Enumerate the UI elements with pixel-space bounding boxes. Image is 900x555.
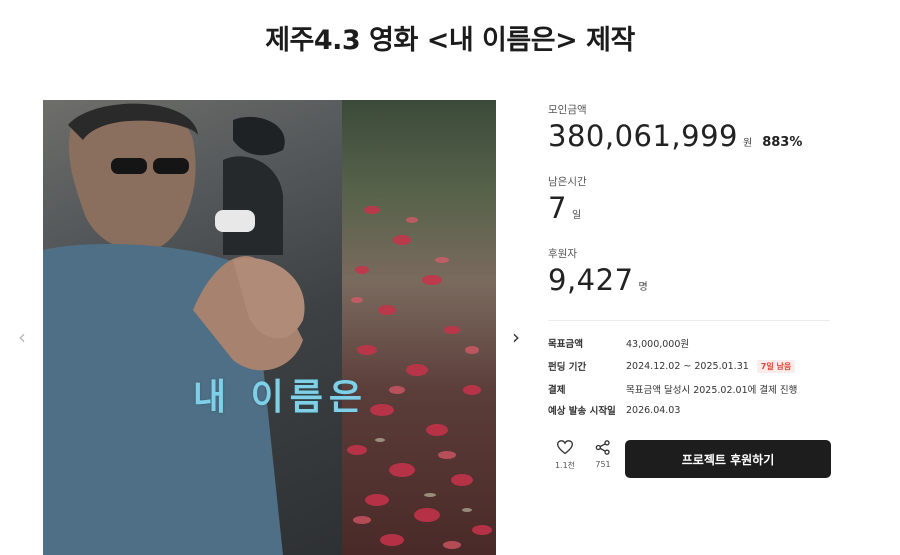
detail-value: 목표금액 달성시 2025.02.01에 결제 진행 (626, 385, 798, 396)
film-title-overlay: 내 이름은 (193, 377, 369, 418)
image-gallery: ‹ 내 이름은 › (0, 100, 540, 555)
backers-unit: 명 (638, 282, 648, 293)
achievement-percent: 883% (762, 135, 803, 150)
raised-amount-block: 모인금액 380,061,999 원 883% (548, 102, 802, 153)
person-silhouette-graphic (43, 103, 305, 555)
action-bar: 1.1천 751 프로젝트 후원하기 (548, 440, 831, 478)
chevron-left-icon: ‹ (18, 325, 26, 349)
detail-value: 43,000,000원 (626, 339, 690, 350)
project-main-image[interactable]: 내 이름은 (43, 100, 496, 555)
like-count: 1.1천 (554, 461, 576, 470)
flower-petals-graphic (347, 206, 492, 549)
backers-block: 후원자 9,427 명 (548, 246, 648, 297)
gallery-next-button[interactable]: › (508, 325, 524, 349)
share-icon (595, 440, 610, 455)
raised-amount-label: 모인금액 (548, 104, 587, 116)
backers-value: 9,427 (548, 263, 634, 297)
detail-value: 2024.12.02 ~ 2025.01.31 (626, 360, 749, 372)
like-button[interactable]: 1.1천 (550, 440, 580, 471)
remaining-time-value: 7 (548, 191, 567, 225)
gallery-prev-button[interactable]: ‹ (14, 325, 30, 349)
detail-row-goal: 목표금액 43,000,000원 (548, 336, 689, 350)
detail-row-period: 펀딩 기간 2024.12.02 ~ 2025.01.31 7일 남음 (548, 359, 796, 373)
detail-key: 목표금액 (548, 339, 583, 350)
raised-amount-value: 380,061,999 (548, 119, 738, 153)
detail-key: 펀딩 기간 (548, 362, 587, 373)
share-button[interactable]: 751 (588, 440, 618, 469)
backers-label: 후원자 (548, 248, 577, 260)
detail-row-delivery: 예상 발송 시작일 2026.04.03 (548, 403, 681, 418)
detail-value: 2026.04.03 (626, 404, 681, 416)
detail-key: 결제 (548, 385, 566, 396)
share-count: 751 (595, 460, 611, 469)
chevron-right-icon: › (512, 325, 520, 349)
page-title: 제주4.3 영화 <내 이름은> 제작 (265, 25, 635, 56)
days-left-badge: 7일 남음 (756, 359, 796, 373)
remaining-time-label: 남은시간 (548, 176, 587, 188)
detail-row-payment: 결제 목표금액 달성시 2025.02.01에 결제 진행 (548, 382, 797, 396)
divider (548, 320, 830, 321)
heart-icon (556, 440, 574, 455)
remaining-time-block: 남은시간 7 일 (548, 174, 587, 225)
remaining-time-unit: 일 (571, 210, 582, 221)
detail-key: 예상 발송 시작일 (548, 406, 616, 417)
raised-amount-unit: 원 (743, 138, 753, 149)
support-project-button[interactable]: 프로젝트 후원하기 (625, 440, 831, 478)
